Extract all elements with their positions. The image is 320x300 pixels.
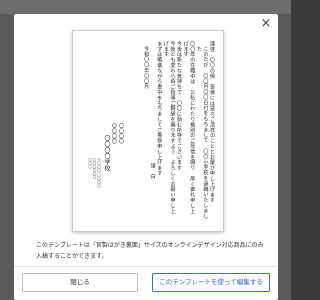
postcard-closing: 謹 白 xyxy=(149,163,156,180)
postcard-date: 令和〇〇年〇〇月 xyxy=(143,46,150,90)
close-icon[interactable]: × xyxy=(259,17,273,31)
backdrop-left xyxy=(0,14,14,300)
sender-name: 〇〇〇〇 xyxy=(111,123,117,144)
template-preview-modal: × 謹啓 〇〇の候 皆様には益々ご清祥のこととお慶び申し上げます このたび 〇〇… xyxy=(14,14,278,300)
postcard-preview: 謹啓 〇〇の候 皆様には益々ご清祥のこととお慶び申し上げます このたび 〇〇月〇… xyxy=(72,30,224,232)
footer-divider xyxy=(14,266,278,267)
close-button[interactable]: 閉じる xyxy=(22,273,138,292)
address-line: 〒〇〇〇-〇〇〇〇 xyxy=(97,158,102,188)
sender-school: 〇〇〇〇学校 xyxy=(103,135,110,171)
edit-template-button[interactable]: このテンプレートを使って編集する xyxy=(152,273,270,292)
backdrop-right xyxy=(278,14,291,300)
template-note: このテンプレートは「官製はがき裏面」サイズのオンラインデザイン対応商品にのみ入稿… xyxy=(36,242,264,260)
postcard-sender: 〇〇〇〇 〇〇〇〇 〇〇〇〇学校 xyxy=(103,123,124,205)
postcard-line: 今後は新たな気持ちで 〇〇に励む所存でございます xyxy=(176,41,183,171)
postcard-line: このたび 〇〇月〇〇日付をもちまして 〇〇小学校を退職いたしました xyxy=(195,46,209,219)
sender-name: 〇〇〇〇 xyxy=(118,123,124,144)
postcard-body: 謹啓 〇〇の候 皆様には益々ご清祥のこととお慶び申し上げます このたび 〇〇月〇… xyxy=(139,41,215,219)
address-line: 〇〇〇 xyxy=(88,158,93,169)
postcard-line: 謹啓 〇〇の候 皆様には益々ご清祥のこととお慶び申し上げます xyxy=(209,41,215,203)
postcard-line: まずは略儀ながら書中をもちましてご挨拶申し上げます xyxy=(156,41,163,176)
postcard-address: 〒〇〇〇-〇〇〇〇 〇〇〇〇〇〇 〇〇〇 xyxy=(88,158,102,198)
postcard-line: 今後とも変わらぬご指導ご鞭撻を賜りますよう よろしくお願い申し上げます xyxy=(162,41,176,214)
postcard-line: 〇〇年の在職中は 公私にわたり格別のご厚情を賜り 厚く御礼申し上げます xyxy=(182,41,196,214)
address-line: 〇〇〇〇〇〇 xyxy=(93,158,97,179)
backdrop-top xyxy=(0,0,291,14)
